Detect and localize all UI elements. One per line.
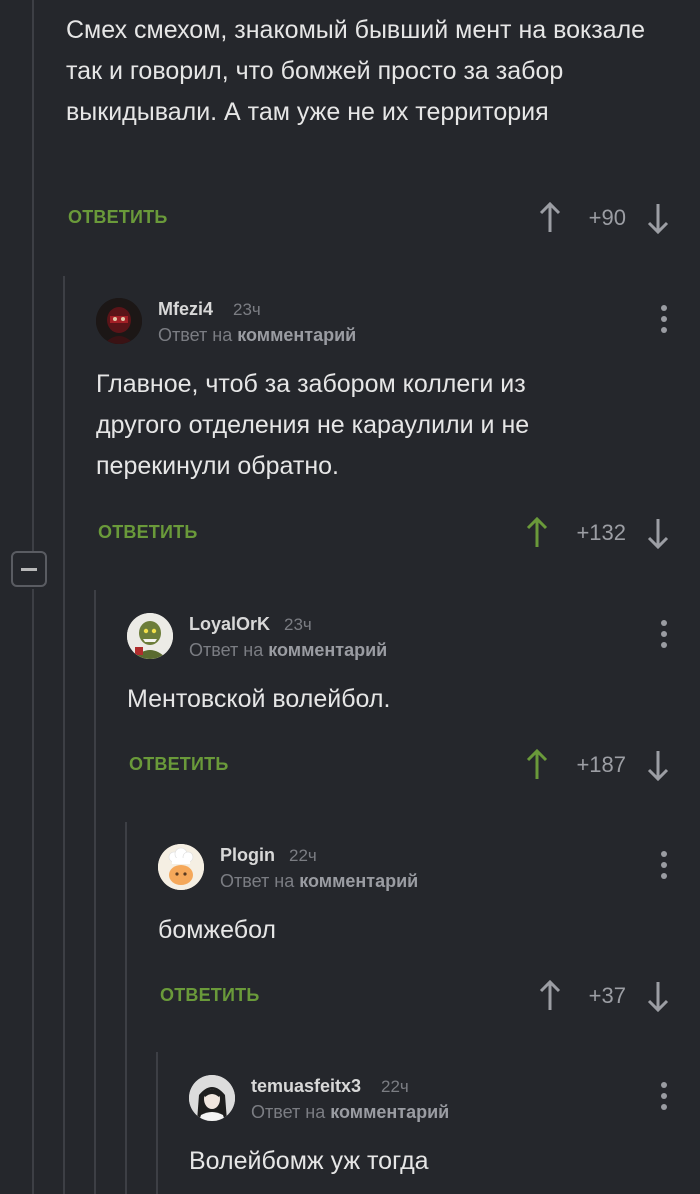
avatar[interactable] [96, 298, 142, 344]
comment-time: 23ч [233, 300, 261, 319]
thread-line [125, 822, 127, 1194]
downvote-arrow-icon[interactable] [646, 980, 670, 1012]
rating-count: +90 [588, 205, 626, 230]
comment-card: LoyalOrK 23ч Ответ на комментарий Ментов… [127, 613, 700, 720]
more-options-icon[interactable] [661, 1082, 667, 1112]
reply-to: Ответ на комментарий [220, 871, 418, 892]
comment-text: Волейбомж уж тогда [189, 1147, 429, 1175]
comment-time: 23ч [284, 615, 312, 634]
reply-button[interactable]: ОТВЕТИТЬ [160, 985, 259, 1006]
downvote-arrow-icon[interactable] [646, 517, 670, 549]
author-name[interactable]: Plogin [220, 845, 275, 866]
comment-actions: ОТВЕТИТЬ +37 [158, 974, 700, 1014]
comment-header: LoyalOrK 23ч Ответ на комментарий [127, 613, 700, 669]
comment-actions: ОТВЕТИТЬ +132 [96, 511, 700, 551]
reply-to: Ответ на комментарий [189, 640, 387, 661]
comment-header: temuasfeitx3 22ч Ответ на комментарий [189, 1075, 700, 1131]
reply-to-prefix: Ответ на [251, 1102, 326, 1122]
reply-to-link[interactable]: комментарий [237, 325, 356, 345]
comment-actions: ОТВЕТИТЬ +90 [66, 196, 700, 236]
reply-to-link[interactable]: комментарий [299, 871, 418, 891]
comment-card: temuasfeitx3 22ч Ответ на комментарий Во… [189, 1075, 700, 1182]
reply-to-prefix: Ответ на [189, 640, 264, 660]
upvote-arrow-icon[interactable] [538, 202, 562, 234]
downvote-arrow-icon[interactable] [646, 749, 670, 781]
thread-line [94, 590, 96, 1194]
more-options-icon[interactable] [661, 305, 667, 335]
reply-button[interactable]: ОТВЕТИТЬ [68, 207, 167, 228]
comment-header: Plogin 22ч Ответ на комментарий [158, 844, 700, 900]
thread-line [32, 0, 34, 551]
comment-text: Ментовской волейбол. [127, 685, 391, 713]
more-options-icon[interactable] [661, 851, 667, 881]
reply-to-link[interactable]: комментарий [268, 640, 387, 660]
thread-line [32, 589, 34, 1194]
upvote-arrow-icon[interactable] [525, 517, 549, 549]
rating-count: +37 [588, 983, 626, 1008]
comment-card: Mfezi4 23ч Ответ на комментарий Главное,… [96, 298, 700, 487]
reply-button[interactable]: ОТВЕТИТЬ [129, 754, 228, 775]
more-options-icon[interactable] [661, 620, 667, 650]
comment-text: Главное, чтоб за забором коллеги из друг… [96, 370, 530, 480]
comment-card: Plogin 22ч Ответ на комментарий бомжебол [158, 844, 700, 951]
avatar[interactable] [158, 844, 204, 890]
author-name[interactable]: LoyalOrK [189, 614, 270, 635]
comment-time: 22ч [381, 1077, 409, 1096]
downvote-arrow-icon[interactable] [646, 202, 670, 234]
reply-to: Ответ на комментарий [251, 1102, 449, 1123]
comment-text: бомжебол [158, 916, 277, 944]
upvote-arrow-icon[interactable] [525, 749, 549, 781]
author-name[interactable]: Mfezi4 [158, 299, 213, 320]
comment-time: 22ч [289, 846, 317, 865]
thread-line [63, 276, 65, 1194]
comment-header: Mfezi4 23ч Ответ на комментарий [96, 298, 700, 354]
comment-root: Смех смехом, знакомый бывший мент на вок… [66, 10, 700, 133]
avatar[interactable] [127, 613, 173, 659]
reply-to: Ответ на комментарий [158, 325, 356, 346]
comment-text: Смех смехом, знакомый бывший мент на вок… [66, 16, 646, 126]
reply-button[interactable]: ОТВЕТИТЬ [98, 522, 197, 543]
rating-count: +187 [576, 752, 626, 777]
reply-to-prefix: Ответ на [220, 871, 295, 891]
author-name[interactable]: temuasfeitx3 [251, 1076, 361, 1097]
reply-to-link[interactable]: комментарий [330, 1102, 449, 1122]
reply-to-prefix: Ответ на [158, 325, 233, 345]
collapse-thread-button[interactable] [11, 551, 47, 587]
comment-actions: ОТВЕТИТЬ +187 [127, 743, 700, 783]
avatar[interactable] [189, 1075, 235, 1121]
thread-line [156, 1052, 158, 1194]
rating-count: +132 [576, 520, 626, 545]
upvote-arrow-icon[interactable] [538, 980, 562, 1012]
